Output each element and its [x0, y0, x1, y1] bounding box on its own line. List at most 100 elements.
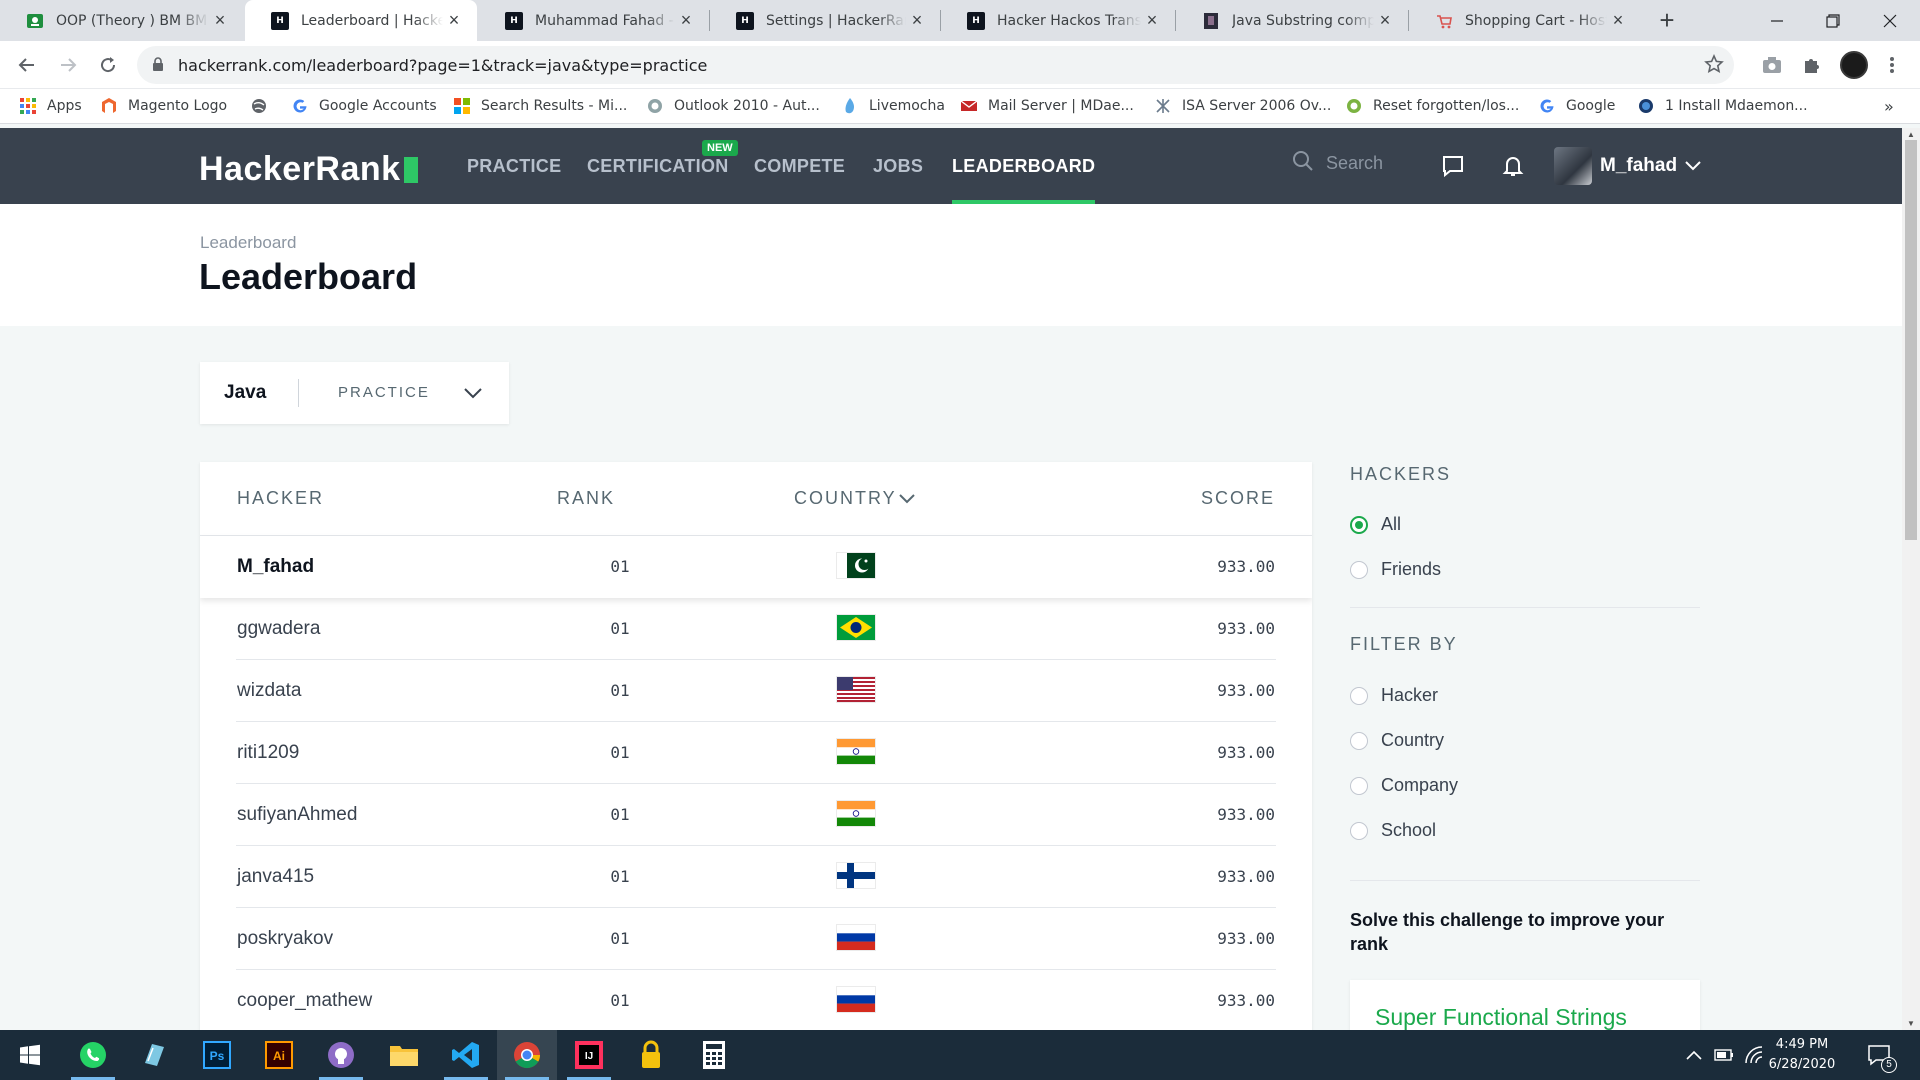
close-tab-icon[interactable]: × — [1141, 10, 1163, 32]
notepad-icon[interactable] — [124, 1030, 184, 1080]
tray-chevron-up-icon[interactable] — [1686, 1030, 1702, 1080]
radio-empty-icon[interactable] — [1350, 560, 1368, 579]
puzzle-extensions-icon[interactable] — [1800, 53, 1824, 77]
close-tab-icon[interactable]: × — [906, 10, 928, 32]
bookmark-mail-server[interactable]: Mail Server | MDae... — [960, 95, 1134, 117]
column-header-country[interactable]: COUNTRY — [794, 488, 915, 509]
github-icon[interactable] — [311, 1030, 371, 1080]
nav-leaderboard[interactable]: LEADERBOARD — [952, 128, 1096, 204]
star-bookmark-icon[interactable] — [1704, 54, 1724, 79]
hacker-name[interactable]: ggwadera — [237, 618, 320, 640]
close-window-icon[interactable] — [1862, 0, 1918, 41]
bookmark-install-mdaemon[interactable]: 1 Install Mdaemon... — [1637, 95, 1808, 117]
scroll-down-arrow-icon[interactable]: ▼ — [1907, 1019, 1915, 1028]
close-tab-icon[interactable]: × — [675, 10, 697, 32]
table-row[interactable]: wizdata 01 933.00 — [200, 660, 1312, 722]
vscode-icon[interactable] — [436, 1030, 496, 1080]
keepass-icon[interactable] — [621, 1030, 681, 1080]
whatsapp-icon[interactable] — [63, 1030, 123, 1080]
bookmark-google[interactable]: Google — [1538, 95, 1615, 117]
radio-filter-company[interactable]: Company — [1350, 775, 1458, 796]
new-tab-button[interactable]: + — [1649, 0, 1685, 41]
browser-tab[interactable]: Java Substring comparisons × — [1176, 0, 1408, 41]
hacker-name[interactable]: poskryakov — [237, 928, 333, 950]
close-tab-icon[interactable]: × — [209, 10, 231, 32]
notifications-bell-icon[interactable] — [1499, 152, 1527, 180]
bookmark-search-results[interactable]: Search Results - Mi... — [453, 95, 627, 117]
reload-icon[interactable] — [93, 50, 123, 80]
radio-filter-country[interactable]: Country — [1350, 730, 1444, 751]
browser-tab-active[interactable]: H Leaderboard | HackerRank × — [245, 0, 477, 41]
close-tab-icon[interactable]: × — [1374, 10, 1396, 32]
radio-selected-icon[interactable] — [1350, 515, 1368, 534]
bookmark-isa-server[interactable]: ISA Server 2006 Ov... — [1154, 95, 1331, 117]
radio-filter-hacker[interactable]: Hacker — [1350, 685, 1438, 706]
minimize-icon[interactable] — [1749, 0, 1805, 41]
table-row[interactable]: riti1209 01 933.00 — [200, 722, 1312, 784]
kebab-menu-icon[interactable] — [1880, 53, 1904, 77]
url-text[interactable]: hackerrank.com/leaderboard?page=1&track=… — [178, 56, 707, 75]
calculator-icon[interactable] — [684, 1030, 744, 1080]
hacker-name[interactable]: wizdata — [237, 680, 301, 702]
chrome-icon[interactable] — [497, 1030, 557, 1080]
notification-center-icon[interactable]: 5 — [1867, 1030, 1897, 1080]
more-bookmarks-chevron[interactable]: » — [1884, 95, 1894, 117]
hacker-name[interactable]: M_fahad — [237, 556, 314, 578]
nav-compete[interactable]: COMPETE — [754, 128, 845, 204]
breadcrumb[interactable]: Leaderboard — [200, 233, 296, 253]
hacker-name[interactable]: riti1209 — [237, 742, 299, 764]
wifi-icon[interactable] — [1744, 1030, 1764, 1080]
scrollbar-thumb[interactable] — [1905, 140, 1917, 540]
radio-empty-icon[interactable] — [1350, 776, 1368, 795]
track-selector[interactable]: Java PRACTICE — [200, 362, 509, 424]
nav-practice[interactable]: PRACTICE — [467, 128, 561, 204]
radio-empty-icon[interactable] — [1350, 731, 1368, 750]
photoshop-icon[interactable]: Ps — [187, 1030, 247, 1080]
profile-menu[interactable]: M_fahad — [1554, 147, 1701, 185]
radio-filter-school[interactable]: School — [1350, 820, 1436, 841]
table-row[interactable]: ggwadera 01 933.00 — [200, 598, 1312, 660]
radio-empty-icon[interactable] — [1350, 821, 1368, 840]
table-row-current-user[interactable]: M_fahad 01 933.00 — [200, 536, 1312, 598]
system-clock[interactable]: 4:49 PM 6/28/2020 — [1762, 1035, 1842, 1075]
page-scrollbar[interactable]: ▲ ▼ — [1902, 128, 1920, 1030]
bookmark-reset-forgotten[interactable]: Reset forgotten/los... — [1345, 95, 1519, 117]
hackerrank-logo[interactable]: HackerRank — [199, 150, 418, 189]
bookmark-magento[interactable]: Magento Logo — [100, 95, 227, 117]
radio-all-hackers[interactable]: All — [1350, 514, 1401, 535]
table-row[interactable]: poskryakov 01 933.00 — [200, 908, 1312, 970]
bookmark-outlook[interactable]: Outlook 2010 - Aut... — [646, 95, 820, 117]
file-explorer-icon[interactable] — [374, 1030, 434, 1080]
browser-tab[interactable]: H Hacker Hackos Transactions × — [941, 0, 1175, 41]
hacker-name[interactable]: sufiyanAhmed — [237, 804, 357, 826]
challenge-link[interactable]: Super Functional Strings — [1375, 1004, 1627, 1031]
back-arrow-icon[interactable] — [12, 50, 42, 80]
close-tab-icon[interactable]: × — [1607, 10, 1629, 32]
table-row[interactable]: cooper_mathew 01 933.00 — [200, 970, 1312, 1032]
radio-friends[interactable]: Friends — [1350, 559, 1441, 580]
forward-arrow-icon[interactable] — [53, 50, 83, 80]
browser-tab[interactable]: OOP (Theory ) BM BM × — [0, 0, 243, 41]
scroll-up-arrow-icon[interactable]: ▲ — [1907, 130, 1915, 139]
camera-extension-icon[interactable] — [1760, 53, 1784, 77]
browser-tab[interactable]: H Settings | HackerRank × — [710, 0, 940, 41]
chevron-down-icon[interactable] — [460, 380, 486, 406]
messages-icon[interactable] — [1439, 152, 1467, 180]
intellij-icon[interactable]: IJ — [559, 1030, 619, 1080]
bookmark-globe[interactable] — [250, 95, 278, 117]
bookmark-google-accounts[interactable]: Google Accounts — [291, 95, 437, 117]
windows-start-icon[interactable] — [0, 1030, 60, 1080]
battery-icon[interactable] — [1714, 1030, 1734, 1080]
bookmark-livemocha[interactable]: Livemocha — [841, 95, 945, 117]
nav-jobs[interactable]: JOBS — [873, 128, 923, 204]
illustrator-icon[interactable]: Ai — [249, 1030, 309, 1080]
browser-tab[interactable]: H Muhammad Fahad - FAST × — [479, 0, 709, 41]
hacker-name[interactable]: cooper_mathew — [237, 990, 372, 1012]
hacker-name[interactable]: janva415 — [237, 866, 314, 888]
table-row[interactable]: sufiyanAhmed 01 933.00 — [200, 784, 1312, 846]
bookmark-apps[interactable]: Apps — [19, 95, 82, 117]
profile-avatar-icon[interactable] — [1840, 51, 1868, 79]
table-row[interactable]: janva415 01 933.00 — [200, 846, 1312, 908]
browser-tab[interactable]: Shopping Cart - Hosted × — [1409, 0, 1641, 41]
radio-empty-icon[interactable] — [1350, 686, 1368, 705]
